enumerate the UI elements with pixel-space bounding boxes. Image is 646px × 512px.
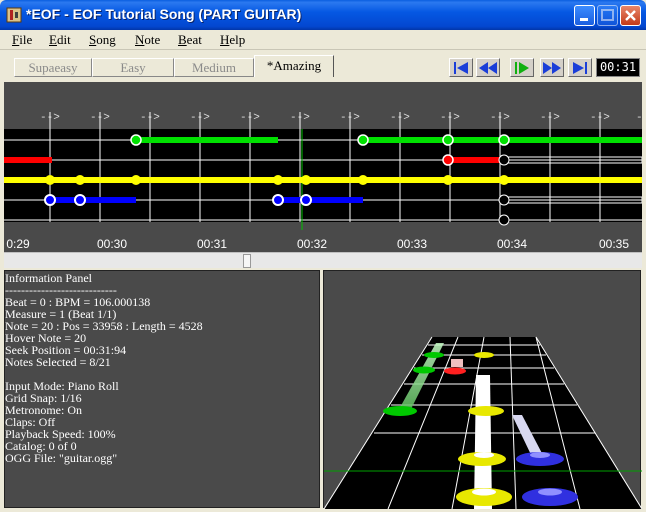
note-gem[interactable] <box>272 194 284 206</box>
note-gem[interactable] <box>442 134 454 146</box>
note-gem-highlight <box>538 488 562 496</box>
menu-help[interactable]: Help <box>220 32 245 48</box>
horizontal-scrollbar[interactable] <box>4 252 642 268</box>
note-gem <box>474 352 494 358</box>
information-panel: Information Panel -----------------------… <box>4 270 320 508</box>
tick-label: 00:31 <box>197 237 227 251</box>
3d-preview-panel <box>323 270 642 509</box>
seek-end-icon <box>573 62 587 74</box>
close-button[interactable] <box>620 5 641 26</box>
tab-easy[interactable]: Easy <box>92 58 174 77</box>
beat-marker-label: --> <box>636 112 642 124</box>
menu-bar: File Edit Song Note Beat Help <box>0 30 646 50</box>
menu-note[interactable]: Note <box>135 32 160 48</box>
close-icon <box>625 10 636 21</box>
maximize-button <box>597 5 618 26</box>
note-sustain[interactable] <box>4 177 642 183</box>
fast-forward-button[interactable] <box>540 58 564 77</box>
rewind-icon <box>479 62 497 74</box>
note-gem[interactable] <box>45 175 55 185</box>
scrollbar-thumb[interactable] <box>243 254 251 268</box>
tick-label: 0:29 <box>6 237 30 251</box>
note-gem[interactable] <box>443 175 453 185</box>
seek-end-button[interactable] <box>568 58 592 77</box>
window-title: *EOF - EOF Tutorial Song (PART GUITAR) <box>26 6 302 22</box>
rewind-button[interactable] <box>476 58 500 77</box>
tick-label: 00:34 <box>497 237 527 251</box>
minimize-button[interactable] <box>574 5 595 26</box>
piano-roll-canvas[interactable]: -->-->-->-->-->-->-->-->-->-->-->-->--> <box>4 82 642 268</box>
note-gem <box>424 352 444 358</box>
note-gem <box>413 366 435 374</box>
note-gem <box>444 367 466 375</box>
note-sustain[interactable] <box>278 197 363 203</box>
tab-medium[interactable]: Medium <box>174 58 254 77</box>
note-gem-highlight <box>530 452 550 458</box>
note-gem[interactable] <box>273 175 283 185</box>
tick-label: 00:33 <box>397 237 427 251</box>
tab-supaeasy[interactable]: Supaeasy <box>14 58 92 77</box>
time-display: 00:31 <box>596 58 640 77</box>
note-gem <box>383 406 417 416</box>
note-gem[interactable] <box>130 134 142 146</box>
tab-amazing[interactable]: *Amazing <box>254 55 334 77</box>
seek-start-button[interactable] <box>449 58 473 77</box>
note-gem <box>468 406 504 416</box>
minimize-icon <box>580 18 588 21</box>
note-gem[interactable] <box>358 175 368 185</box>
note-gem-outline[interactable] <box>498 154 510 166</box>
play-button[interactable] <box>510 58 534 77</box>
note-gem[interactable] <box>75 175 85 185</box>
title-bar: *EOF - EOF Tutorial Song (PART GUITAR) <box>0 0 646 30</box>
fretboard-3d-view <box>324 336 642 509</box>
info-line: OGG File: "guitar.ogg" <box>5 451 118 465</box>
seek-start-icon <box>454 62 468 74</box>
menu-song[interactable]: Song <box>89 32 116 48</box>
note-gem-outline[interactable] <box>498 214 510 226</box>
note-gem[interactable] <box>44 194 56 206</box>
note-gem[interactable] <box>499 175 509 185</box>
note-gem[interactable] <box>301 175 311 185</box>
note-sustain[interactable] <box>4 157 52 163</box>
note-sustain[interactable] <box>136 137 278 143</box>
info-line: Notes Selected = 8/21 <box>5 355 111 369</box>
note-gem[interactable] <box>498 134 510 146</box>
note-sustain[interactable] <box>448 157 504 163</box>
fast-forward-icon <box>543 62 561 74</box>
note-gem[interactable] <box>131 175 141 185</box>
note-gem-highlight <box>472 488 496 496</box>
app-icon[interactable] <box>6 7 22 23</box>
tick-label: 00:30 <box>97 237 127 251</box>
tick-label: 00:32 <box>297 237 327 251</box>
note-gem <box>451 359 463 367</box>
play-icon <box>515 62 529 74</box>
note-gem-outline[interactable] <box>498 194 510 206</box>
note-gem[interactable] <box>74 194 86 206</box>
tick-label: 00:35 <box>599 237 629 251</box>
menu-beat[interactable]: Beat <box>178 32 202 48</box>
menu-edit[interactable]: Edit <box>49 32 71 48</box>
note-sustain[interactable] <box>50 197 136 203</box>
toolbar: Supaeasy Easy Medium *Amazing 00:31 <box>4 52 642 80</box>
note-gem[interactable] <box>300 194 312 206</box>
maximize-icon <box>601 9 614 21</box>
note-gem-highlight <box>474 452 494 458</box>
note-gem[interactable] <box>442 154 454 166</box>
menu-file[interactable]: File <box>12 32 32 48</box>
piano-roll[interactable]: -->-->-->-->-->-->-->-->-->-->-->-->--> <box>4 82 642 268</box>
note-gem[interactable] <box>357 134 369 146</box>
